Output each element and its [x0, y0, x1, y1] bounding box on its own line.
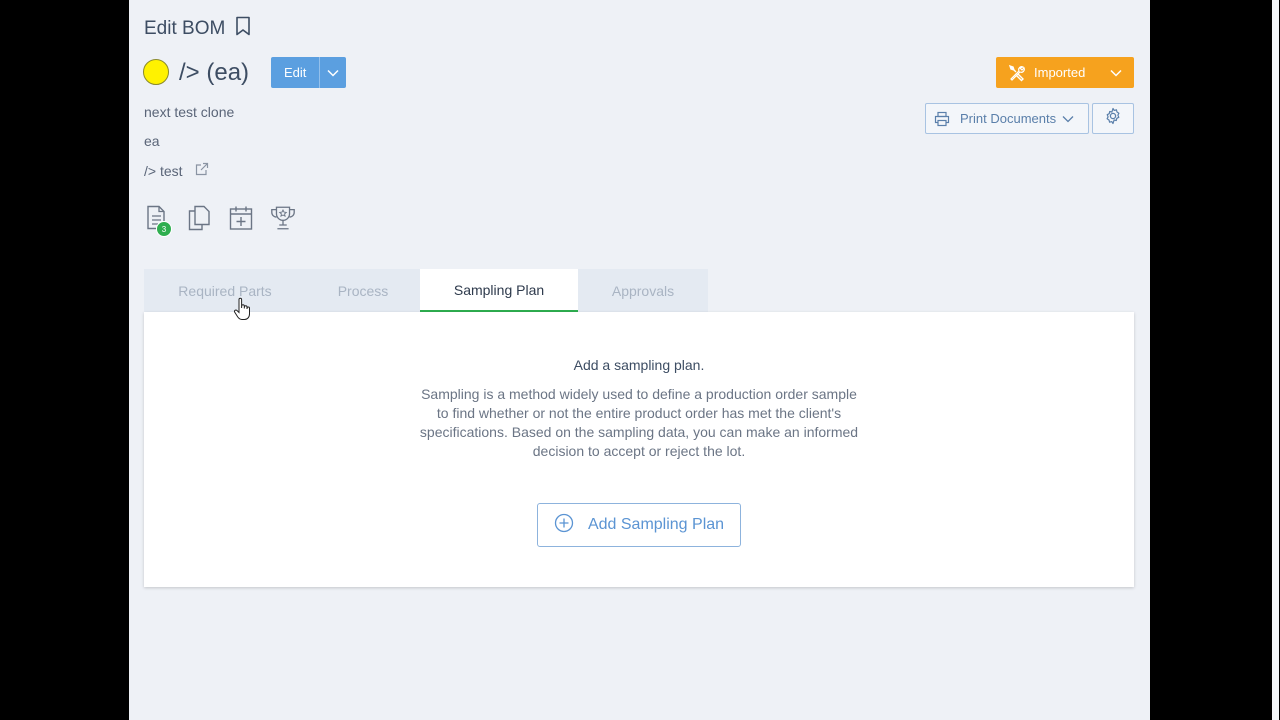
external-link-icon[interactable] — [195, 162, 209, 179]
gear-icon — [1104, 107, 1122, 130]
edit-button[interactable]: Edit — [271, 57, 346, 88]
status-indicator — [143, 59, 169, 85]
bom-tabs: Required Parts Process Sampling Plan App… — [144, 269, 708, 312]
chevron-down-icon[interactable] — [319, 57, 346, 88]
trophy-icon[interactable] — [269, 203, 297, 233]
tab-process[interactable]: Process — [306, 269, 420, 312]
print-documents-button[interactable]: Print Documents — [925, 103, 1089, 134]
bom-description: next test clone — [144, 104, 235, 120]
bom-link-text[interactable]: /> test — [144, 163, 183, 179]
edit-button-label: Edit — [284, 65, 307, 80]
printer-icon — [934, 111, 950, 127]
bom-link[interactable]: /> test — [144, 162, 209, 179]
print-documents-label: Print Documents — [960, 111, 1057, 126]
page-title: Edit BOM — [144, 16, 251, 42]
tools-icon — [1008, 64, 1026, 82]
plus-circle-icon — [554, 513, 574, 538]
tab-required-parts[interactable]: Required Parts — [144, 269, 306, 312]
document-count-badge: 3 — [156, 221, 172, 237]
calendar-add-icon[interactable] — [227, 203, 255, 233]
chevron-down-icon — [1062, 115, 1074, 123]
sampling-plan-card: Add a sampling plan. Sampling is a metho… — [144, 312, 1134, 587]
add-sampling-plan-label: Add Sampling Plan — [587, 516, 725, 533]
add-sampling-plan-button[interactable]: Add Sampling Plan — [537, 503, 741, 547]
chevron-down-icon — [1110, 69, 1122, 77]
panel-edge — [1272, 0, 1279, 720]
status-dropdown-button[interactable]: Imported — [996, 57, 1134, 88]
bom-unit: ea — [144, 133, 160, 149]
bom-name: /> (ea) — [179, 59, 250, 86]
document-icon[interactable]: 3 — [143, 203, 172, 237]
settings-button[interactable] — [1092, 103, 1134, 134]
hand-cursor-icon — [233, 297, 251, 326]
action-toolbar: 3 — [143, 203, 297, 237]
tab-sampling-plan[interactable]: Sampling Plan — [420, 269, 578, 312]
copy-icon[interactable] — [185, 203, 213, 233]
status-label: Imported — [1034, 65, 1086, 80]
tab-approvals[interactable]: Approvals — [578, 269, 708, 312]
bom-editor-panel: Edit BOM /> (ea) Edit Imported Print Doc… — [129, 0, 1279, 720]
sampling-empty-description: Sampling is a method widely used to defi… — [419, 386, 859, 459]
page-title-text: Edit BOM — [144, 18, 226, 39]
sampling-empty-title: Add a sampling plan. — [573, 357, 705, 373]
bookmark-icon[interactable] — [235, 16, 251, 42]
